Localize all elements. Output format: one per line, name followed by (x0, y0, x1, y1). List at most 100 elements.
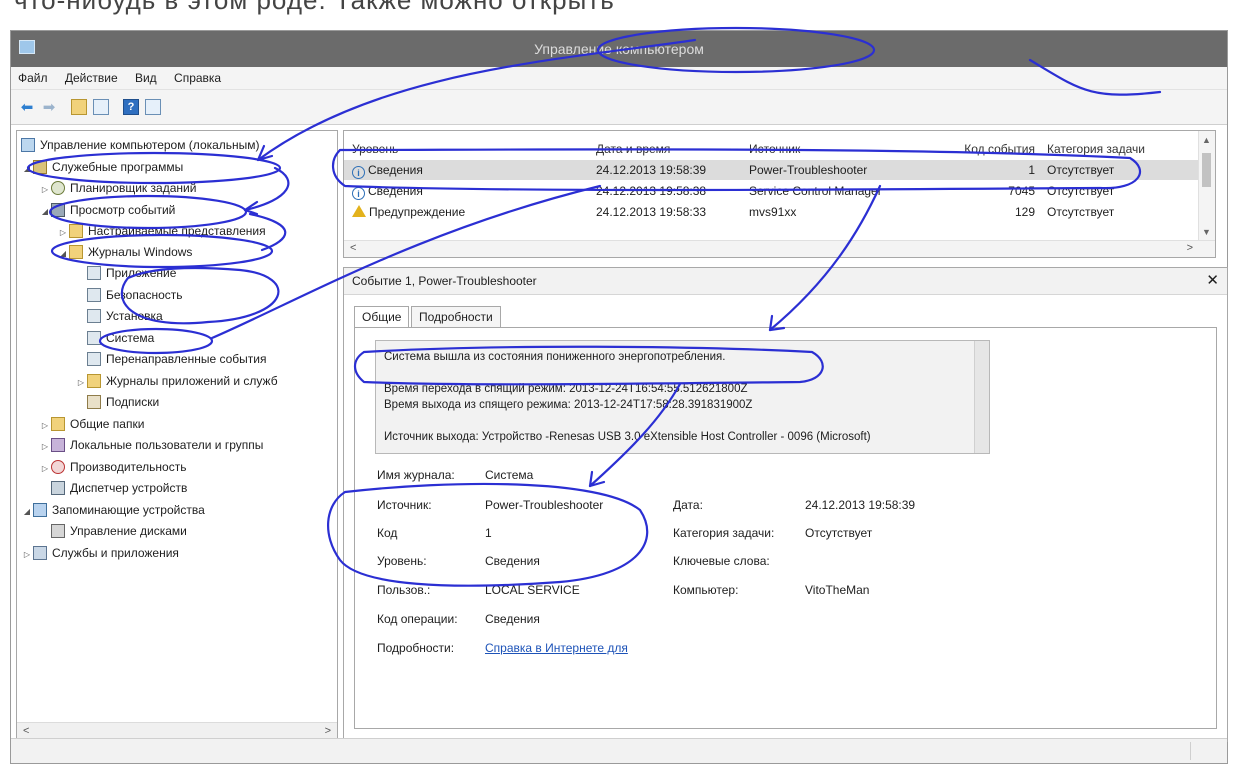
scroll-right-icon[interactable]: > (325, 725, 331, 737)
expanded-arrow-icon[interactable]: ◢ (39, 202, 51, 222)
toolbar: ⬅ ➡ ? (11, 90, 1227, 125)
tab-general[interactable]: Общие (354, 306, 410, 328)
storage-icon (33, 503, 47, 517)
tree-item-forwarded-events[interactable]: Перенаправленные события (87, 349, 266, 369)
menu-help[interactable]: Справка (167, 67, 228, 89)
collapsed-arrow-icon[interactable]: ▷ (39, 416, 51, 436)
tab-details[interactable]: Подробности (411, 306, 501, 328)
scroll-up-icon[interactable]: ▲ (1202, 135, 1211, 145)
scroll-right-icon[interactable]: > (1187, 242, 1193, 254)
column-header-datetime[interactable]: Дата и время (596, 139, 746, 159)
scroll-down-icon[interactable]: ▼ (1202, 227, 1211, 237)
computer-value: VitoTheMan (805, 583, 870, 597)
tree-item-local-users-groups[interactable]: ▷ Локальные пользователи и группы (39, 435, 263, 455)
navigation-tree: Управление компьютером (локальным) ◢ Служ… (16, 130, 338, 742)
tree-item-subscriptions[interactable]: Подписки (87, 392, 159, 412)
status-bar-divider (1190, 742, 1191, 760)
keywords-label: Ключевые слова: (673, 554, 770, 568)
message-line: Источник выхода: Устройство -Renesas USB… (384, 431, 871, 443)
performance-icon (51, 460, 65, 474)
level-label: Уровень: (377, 554, 427, 568)
tree-item-event-viewer[interactable]: ◢ Просмотр событий (39, 200, 175, 220)
date-label: Дата: (673, 498, 703, 512)
collapsed-arrow-icon[interactable]: ▷ (39, 180, 51, 200)
tree-item-shared-folders[interactable]: ▷ Общие папки (39, 414, 144, 434)
expanded-arrow-icon[interactable]: ◢ (57, 244, 69, 264)
scroll-left-icon[interactable]: < (23, 725, 29, 737)
event-list-vertical-scrollbar[interactable]: ▲ ▼ (1198, 131, 1215, 241)
tree-item-system-tools[interactable]: ◢ Служебные программы (21, 157, 183, 177)
menu-action[interactable]: Действие (58, 67, 125, 89)
event-row[interactable]: Предупреждение 24.12.2013 19:58:33 mvs91… (344, 202, 1199, 222)
column-header-level[interactable]: Уровень (352, 139, 592, 159)
task-category-value: Отсутствует (805, 526, 873, 540)
tree-item-windows-logs[interactable]: ◢ Журналы Windows (57, 242, 192, 262)
event-row[interactable]: i Сведения 24.12.2013 19:58:38 Service Co… (344, 181, 1199, 201)
message-line: Система вышла из состояния пониженного э… (384, 351, 726, 363)
user-value: LOCAL SERVICE (485, 583, 580, 597)
forward-arrow-icon[interactable]: ➡ (39, 97, 59, 117)
online-help-link[interactable]: Справка в Интернете для (485, 641, 628, 655)
message-line: Время выхода из спящего режима: 2013-12-… (384, 399, 753, 411)
computer-icon (21, 138, 35, 152)
collapsed-arrow-icon[interactable]: ▷ (39, 437, 51, 457)
tree-item-system[interactable]: Система (87, 328, 154, 348)
tree-item-task-scheduler[interactable]: ▷ Планировщик заданий (39, 178, 196, 198)
log-name-label: Имя журнала: (377, 468, 455, 482)
tree-item-disk-management[interactable]: Управление дисками (51, 521, 187, 541)
collapsed-arrow-icon[interactable]: ▷ (75, 373, 87, 393)
column-header-event-code[interactable]: Код события (939, 139, 1035, 159)
collapsed-arrow-icon[interactable]: ▷ (39, 459, 51, 479)
close-icon[interactable]: ✕ (1206, 268, 1219, 294)
event-message-box[interactable]: Система вышла из состояния пониженного э… (375, 340, 990, 454)
up-folder-icon[interactable] (69, 97, 89, 117)
tree-item-device-manager[interactable]: Диспетчер устройств (51, 478, 187, 498)
event-detail-header: Событие 1, Power-Troubleshooter ✕ (344, 268, 1227, 295)
show-hide-action-pane-icon[interactable] (143, 97, 163, 117)
menu-view[interactable]: Вид (128, 67, 164, 89)
tree-item-services-apps[interactable]: ▷ Службы и приложения (21, 543, 179, 563)
collapsed-arrow-icon[interactable]: ▷ (57, 223, 69, 243)
opcode-label: Код операции: (377, 612, 458, 626)
menu-file[interactable]: Файл (11, 67, 55, 89)
cut-off-text-line: что-нибудь в этом роде. Также можно откр… (14, 0, 615, 15)
log-icon (87, 352, 101, 366)
show-hide-tree-icon[interactable] (91, 97, 111, 117)
tree-item-computer-management[interactable]: Управление компьютером (локальным) (21, 135, 260, 155)
code-value: 1 (485, 526, 492, 540)
log-icon (87, 288, 101, 302)
help-icon[interactable]: ? (121, 97, 141, 117)
column-header-source[interactable]: Источник (749, 139, 939, 159)
tree-item-security[interactable]: Безопасность (87, 285, 183, 305)
message-scrollbar[interactable] (974, 341, 989, 453)
column-header-task-category[interactable]: Категория задачи (1047, 139, 1197, 159)
log-icon (87, 331, 101, 345)
tree-item-storage[interactable]: ◢ Запоминающие устройства (21, 500, 205, 520)
shared-folder-icon (51, 417, 65, 431)
tree-item-setup[interactable]: Установка (87, 306, 163, 326)
event-detail-pane: Событие 1, Power-Troubleshooter ✕ Общие … (343, 267, 1228, 742)
tree-item-app-service-logs[interactable]: ▷ Журналы приложений и служб (75, 371, 278, 391)
back-arrow-icon[interactable]: ⬅ (17, 97, 37, 117)
source-value: Power-Troubleshooter (485, 498, 604, 512)
task-category-label: Категория задачи: (673, 526, 775, 540)
folder-icon (69, 224, 83, 238)
tree-item-custom-views[interactable]: ▷ Настраиваемые представления (57, 221, 266, 241)
expanded-arrow-icon[interactable]: ◢ (21, 502, 33, 522)
computer-label: Компьютер: (673, 583, 739, 597)
folder-icon (69, 245, 83, 259)
clock-icon (51, 181, 65, 195)
scroll-left-icon[interactable]: < (350, 242, 356, 254)
event-row[interactable]: i Сведения 24.12.2013 19:58:39 Power-Trou… (344, 160, 1199, 180)
scrollbar-thumb[interactable] (1202, 153, 1211, 187)
opcode-value: Сведения (485, 612, 540, 626)
tree-item-application[interactable]: Приложение (87, 263, 176, 283)
event-list: Уровень Дата и время Источник Код событи… (343, 130, 1216, 258)
computer-management-window: Управление компьютером Файл Действие Вид… (10, 30, 1228, 764)
collapsed-arrow-icon[interactable]: ▷ (21, 545, 33, 565)
info-icon: i (352, 166, 365, 179)
event-list-horizontal-scrollbar[interactable]: < > (344, 240, 1215, 257)
subscriptions-icon (87, 395, 101, 409)
tree-item-performance[interactable]: ▷ Производительность (39, 457, 186, 477)
expanded-arrow-icon[interactable]: ◢ (21, 159, 33, 179)
